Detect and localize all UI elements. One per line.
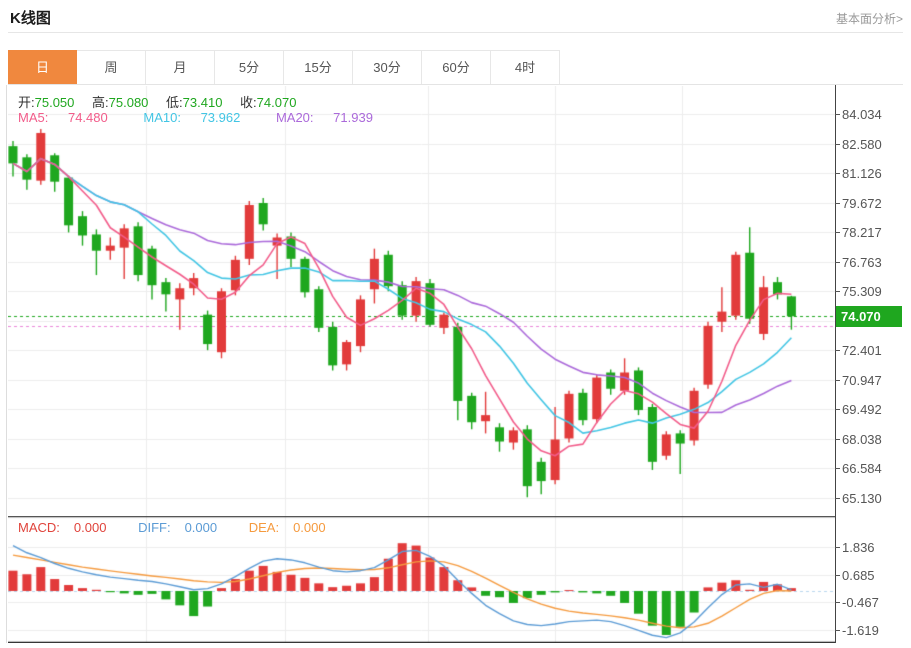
ohlc-close-value: 74.070	[257, 95, 297, 110]
tab-5min[interactable]: 5分	[215, 50, 284, 85]
ohlc-close-label: 收:	[240, 95, 257, 110]
axis-tick-mark	[835, 547, 840, 548]
axis-tick-mark	[835, 144, 840, 145]
tab-30min[interactable]: 30分	[353, 50, 422, 85]
tab-month[interactable]: 月	[146, 50, 215, 85]
ma5-value: MA5: 74.480	[18, 110, 124, 125]
ohlc-low-value: 73.410	[183, 95, 223, 110]
tab-week[interactable]: 周	[77, 50, 146, 85]
price-axis-label: 72.401	[842, 343, 882, 358]
kline-page: K线图 基本面分析> 日 周 月 5分 15分 30分 60分 4时 开:75.…	[0, 0, 911, 648]
axis-tick-mark	[835, 409, 840, 410]
fundamental-analysis-link[interactable]: 基本面分析>	[836, 10, 903, 27]
axis-tick-mark	[835, 630, 840, 631]
header-divider	[8, 32, 903, 33]
price-axis-label: 78.217	[842, 225, 882, 240]
current-price-tag: 74.070	[836, 306, 902, 327]
macd-axis-label: 0.685	[842, 568, 875, 583]
ohlc-low-label: 低:	[166, 95, 183, 110]
ohlc-open-label: 开:	[18, 95, 35, 110]
axis-tick-mark	[835, 114, 840, 115]
ohlc-high-value: 75.080	[109, 95, 149, 110]
macd-axis-label: 1.836	[842, 540, 875, 555]
ohlc-high-label: 高:	[92, 95, 109, 110]
price-axis-label: 76.763	[842, 255, 882, 270]
ma10-value: MA10: 73.962	[143, 110, 256, 125]
axis-tick-mark	[835, 350, 840, 351]
price-axis-label: 66.584	[842, 461, 882, 476]
diff-value: DIFF:0.000	[138, 520, 231, 535]
axis-tick-mark	[835, 291, 840, 292]
macd-chart-canvas[interactable]	[8, 516, 835, 643]
macd-readout: MACD:0.000 DIFF:0.000 DEA:0.000	[18, 520, 354, 535]
tab-60min[interactable]: 60分	[422, 50, 491, 85]
tab-15min[interactable]: 15分	[284, 50, 353, 85]
macd-value: MACD:0.000	[18, 520, 120, 535]
tab-bar-baseline	[8, 84, 903, 85]
axis-tick-mark	[835, 203, 840, 204]
tab-4hour[interactable]: 4时	[491, 50, 560, 85]
candlestick-chart-canvas[interactable]	[8, 86, 835, 516]
axis-tick-mark	[835, 575, 840, 576]
price-axis-line	[835, 85, 836, 643]
dea-value: DEA:0.000	[249, 520, 340, 535]
price-axis-label: 68.038	[842, 432, 882, 447]
ma20-value: MA20: 71.939	[276, 110, 389, 125]
axis-tick-mark	[835, 468, 840, 469]
price-axis-label: 65.130	[842, 491, 882, 506]
price-axis-label: 69.492	[842, 402, 882, 417]
page-title: K线图	[10, 7, 51, 28]
axis-tick-mark	[835, 380, 840, 381]
price-axis-label: 81.126	[842, 166, 882, 181]
ma-readout: MA5: 74.480 MA10: 73.962 MA20: 71.939	[18, 110, 405, 125]
axis-tick-mark	[835, 439, 840, 440]
interval-tab-bar: 日 周 月 5分 15分 30分 60分 4时	[8, 50, 560, 85]
axis-tick-mark	[835, 173, 840, 174]
macd-axis-label: -1.619	[842, 623, 879, 638]
tab-day[interactable]: 日	[8, 50, 77, 85]
price-axis-label: 84.034	[842, 107, 882, 122]
price-axis-label: 79.672	[842, 196, 882, 211]
axis-tick-mark	[835, 602, 840, 603]
ohlc-readout: 开:75.050 高:75.080 低:73.410 收:74.070	[18, 92, 310, 111]
axis-tick-mark	[835, 498, 840, 499]
price-axis-label: 70.947	[842, 373, 882, 388]
price-axis-label: 75.309	[842, 284, 882, 299]
price-axis-label: 82.580	[842, 137, 882, 152]
macd-axis-label: -0.467	[842, 595, 879, 610]
axis-tick-mark	[835, 232, 840, 233]
ohlc-open-value: 75.050	[35, 95, 75, 110]
axis-tick-mark	[835, 262, 840, 263]
chart-left-border	[6, 85, 7, 643]
